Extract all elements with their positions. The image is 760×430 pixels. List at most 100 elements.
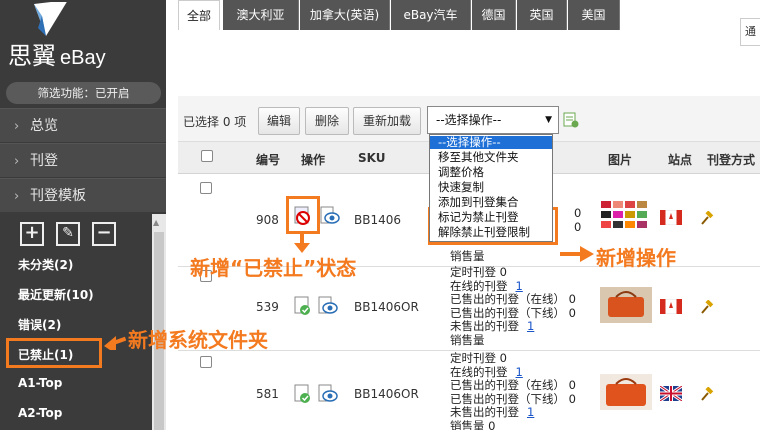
folder-errors[interactable]: 错误(2) [18, 316, 61, 333]
sales-label: 销售量 [450, 249, 485, 263]
status-line: 未售出的刊登 [450, 405, 519, 419]
col-number: 编号 [256, 153, 281, 167]
nav-label: 刊登模板 [30, 188, 86, 204]
status-line: 在线的刊登 [450, 364, 508, 379]
tab-germany[interactable]: 德国 [472, 0, 516, 30]
row-sku: BB1406OR [354, 300, 419, 314]
annotation-new-operation: 新增操作 [596, 246, 676, 270]
nav-item-listing-templates[interactable]: › 刊登模板 [0, 178, 166, 212]
tab-usa[interactable]: 美国 [568, 0, 620, 30]
view-eye-icon[interactable] [318, 384, 338, 404]
tab-canada-english[interactable]: 加拿大(英语) [300, 0, 390, 30]
count-value: 0 [574, 206, 582, 220]
col-site: 站点 [668, 153, 693, 167]
option-move-folder[interactable]: 移至其他文件夹 [430, 151, 552, 164]
unsold-count-link[interactable]: 1 [527, 405, 534, 419]
row-number: 908 [256, 213, 279, 227]
edit-button[interactable]: 编辑 [258, 107, 300, 135]
row-status: 定时刊登 0 在线的刊登 1 已售出的刊登（在线） 0 已售出的刊登（下线） 0 … [450, 265, 576, 347]
online-count-link[interactable]: 1 [516, 365, 523, 379]
col-operation: 操作 [301, 153, 326, 167]
listing-ok-icon[interactable] [293, 384, 313, 404]
status-line: 在线的刊登 [450, 278, 508, 293]
canada-flag-icon [660, 210, 682, 225]
auction-hammer-icon[interactable] [700, 387, 714, 401]
highlight-box-folder [6, 338, 102, 368]
option-mark-prohibited[interactable]: 标记为禁止刊登 [430, 211, 552, 224]
row-checkbox[interactable] [200, 356, 212, 368]
tab-all[interactable]: 全部 [178, 0, 220, 30]
auction-hammer-icon[interactable] [700, 300, 714, 314]
brand-name: 思翼 [8, 43, 56, 70]
arrow-down-icon [294, 234, 310, 253]
tab-australia[interactable]: 澳大利亚 [223, 0, 299, 30]
row-status: 销售量 [450, 249, 485, 264]
option-add-to-collection[interactable]: 添加到刊登集合 [430, 196, 552, 209]
operation-dropdown-list: --选择操作-- 移至其他文件夹 调整价格 快速复制 添加到刊登集合 标记为禁止… [429, 134, 553, 242]
annotation-new-status: 新增“已禁止”状态 [190, 256, 357, 280]
operation-select[interactable]: --选择操作-- ▼ [427, 106, 559, 134]
add-folder-button[interactable]: + [20, 222, 44, 246]
annotation-new-folder: 新增系统文件夹 [128, 328, 268, 352]
settings-icon[interactable] [563, 112, 579, 128]
row-sku: BB1406OR [354, 387, 419, 401]
nav-item-listing[interactable]: › 刊登 [0, 143, 166, 177]
view-eye-icon[interactable] [320, 206, 340, 226]
scroll-up-arrow-icon[interactable]: ▲ [153, 218, 159, 227]
operation-select-value: --选择操作-- [436, 113, 502, 127]
folder-recently-updated[interactable]: 最近更新(10) [18, 286, 94, 303]
delete-button[interactable]: 删除 [305, 107, 349, 135]
chevron-right-icon: › [14, 119, 20, 134]
nav-label: 刊登 [30, 153, 58, 169]
status-line: 已售出的刊登（下线） 0 [450, 391, 576, 406]
folder-a1-top[interactable]: A1-Top [18, 376, 62, 390]
auction-hammer-icon[interactable] [700, 211, 714, 225]
row-number: 581 [256, 387, 279, 401]
status-line: 销售量 0 [450, 418, 496, 430]
listing-ok-icon[interactable] [293, 296, 313, 316]
folder-uncategorized[interactable]: 未分类(2) [18, 256, 73, 273]
edit-folder-button[interactable]: ✎ [56, 222, 80, 246]
select-all-checkbox[interactable] [201, 150, 213, 162]
filter-status-badge[interactable]: 筛选功能：已开启 [6, 82, 161, 104]
row-count-column: 0 0 [574, 206, 582, 234]
status-line: 已售出的刊登（在线） 0 [450, 292, 576, 306]
col-image: 图片 [608, 153, 633, 167]
option-remove-prohibition[interactable]: 解除禁止刊登限制 [430, 226, 552, 239]
status-line: 定时刊登 0 [450, 351, 507, 365]
folder-a2-top[interactable]: A2-Top [18, 406, 62, 420]
product-thumbnail[interactable] [600, 198, 652, 234]
status-line: 定时刊登 0 [450, 265, 507, 279]
nav-item-overview[interactable]: › 总览 [0, 108, 166, 142]
canada-flag-icon [660, 299, 682, 314]
count-value: 0 [574, 219, 582, 234]
view-eye-icon[interactable] [318, 296, 338, 316]
col-listing-type: 刊登方式 [707, 153, 756, 167]
reload-button[interactable]: 重新加载 [353, 107, 421, 135]
tab-uk[interactable]: 英国 [517, 0, 567, 30]
status-line: 已售出的刊登（在线） 0 [450, 378, 576, 392]
option-select-operation[interactable]: --选择操作-- [430, 136, 552, 149]
arrow-left-icon [104, 336, 126, 350]
unsold-count-link[interactable]: 1 [527, 319, 534, 333]
option-adjust-price[interactable]: 调整价格 [430, 166, 552, 179]
online-count-link[interactable]: 1 [516, 279, 523, 293]
brand-logo: 思翼 eBay [8, 36, 106, 71]
uk-flag-icon [660, 386, 682, 401]
status-line: 销售量 [450, 332, 485, 347]
status-line: 未售出的刊登 [450, 319, 519, 333]
col-sku: SKU [358, 151, 386, 165]
row-sku: BB1406 [354, 213, 402, 227]
highlight-box-status [286, 196, 320, 234]
row-checkbox[interactable] [200, 182, 212, 194]
product-thumbnail[interactable] [600, 287, 652, 323]
remove-folder-button[interactable]: − [92, 222, 116, 246]
nav-label: 总览 [30, 118, 58, 134]
brand-suffix: eBay [60, 47, 106, 69]
row-status: 定时刊登 0 在线的刊登 1 已售出的刊登（在线） 0 已售出的刊登（下线） 0 … [450, 351, 576, 430]
product-thumbnail[interactable] [600, 374, 652, 410]
selected-count: 已选择 0 项 [183, 115, 247, 129]
top-search-input[interactable]: 通 [740, 18, 760, 46]
option-quick-copy[interactable]: 快速复制 [430, 181, 552, 194]
tab-ebay-motors[interactable]: eBay汽车 [391, 0, 471, 30]
